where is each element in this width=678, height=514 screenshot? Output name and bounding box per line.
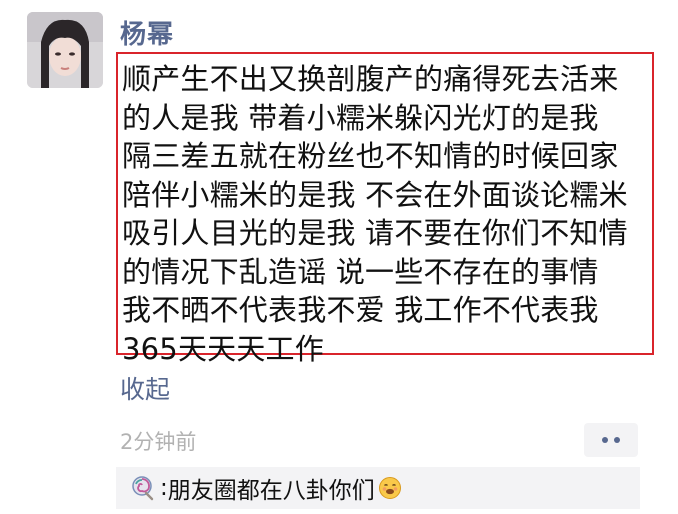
comment-separator: : <box>160 475 168 501</box>
post-line: 的人是我 带着小糯米躲闪光灯的是我 <box>122 100 599 135</box>
post-line: 隔三差五就在粉丝也不知情的时候回家 <box>122 139 619 173</box>
post-line: 顺产生不出又换剖腹产的痛得死去活来 <box>122 62 619 96</box>
post-line: 365天天天工作 <box>122 331 324 366</box>
post-line: 我不晒不代表我不爱 我工作不代表我 <box>122 293 599 327</box>
post-content: 顺产生不出又换剖腹产的痛得死去活来 的人是我 带着小糯米躲闪光灯的是我 隔三差五… <box>116 52 654 366</box>
comment-area: : 朋友圈都在八卦你们 <box>116 467 640 509</box>
more-dot-icon <box>614 437 620 443</box>
post-line: 陪伴小糯米的是我 不会在外面谈论糯米 <box>122 177 628 212</box>
avatar[interactable] <box>27 12 103 88</box>
post-line: 吸引人目光的是我 请不要在你们不知情 <box>122 216 628 250</box>
comment-text: 朋友圈都在八卦你们 <box>167 478 375 504</box>
author-name[interactable]: 杨幂 <box>120 14 174 51</box>
more-actions-button[interactable] <box>584 423 638 457</box>
collapse-link[interactable]: 收起 <box>120 370 170 406</box>
comment-item[interactable]: : 朋友圈都在八卦你们 <box>160 471 402 505</box>
lollipop-icon <box>132 476 154 501</box>
post-line: 的情况下乱造谣 说一些不存在的事情 <box>122 254 599 289</box>
more-dot-icon <box>602 437 608 443</box>
face-emoji-icon <box>378 477 401 499</box>
avatar-image <box>27 12 103 88</box>
post-timestamp: 2分钟前 <box>120 430 197 454</box>
